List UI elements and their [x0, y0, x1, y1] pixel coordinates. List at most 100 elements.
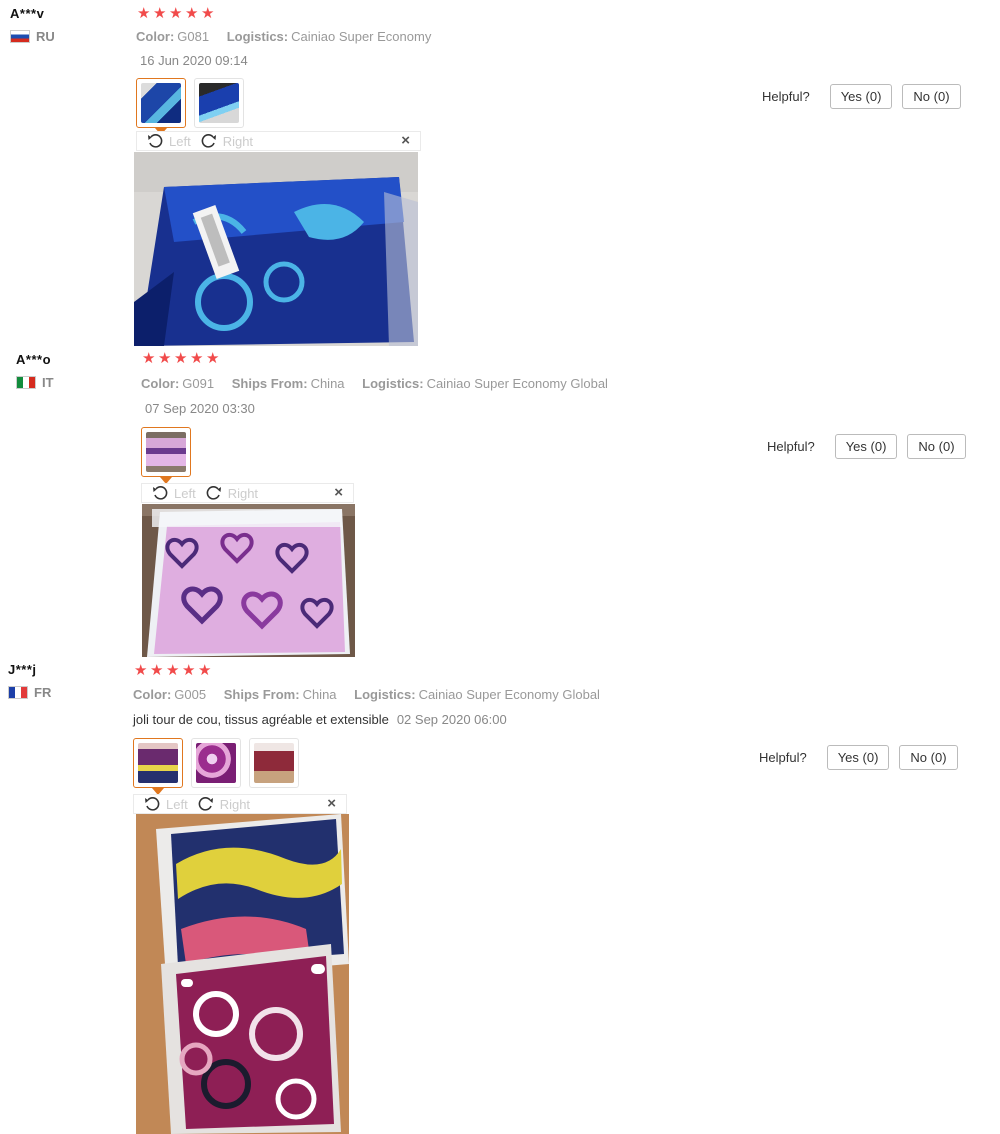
review-date: 07 Sep 2020 03:30 — [145, 401, 255, 416]
star-icon: ★ — [153, 5, 167, 22]
photo-viewer-toolbar: Left Right × — [133, 794, 347, 814]
thumbnail-image — [138, 743, 178, 783]
reviewer-info: J***j FR — [8, 662, 51, 700]
photo-thumbnail[interactable] — [191, 738, 241, 788]
close-viewer-button[interactable]: × — [334, 484, 343, 502]
rotate-right-label: Right — [227, 485, 259, 501]
review-date: 02 Sep 2020 06:00 — [396, 712, 507, 727]
vote-no-button[interactable]: No (0) — [899, 745, 958, 770]
order-info: Color: G091 Ships From: China Logistics: Ca… — [141, 376, 622, 391]
star-rating: ★ ★ ★ ★ ★ — [142, 350, 220, 367]
france-flag-icon — [8, 686, 28, 699]
photo-thumbnails — [136, 78, 244, 135]
review-item: J***j FR ★ ★ ★ ★ ★ Color: G005 Ships From… — [0, 658, 1000, 1134]
vote-no-button[interactable]: No (0) — [907, 434, 966, 459]
logistics-label: Logistics: — [354, 687, 416, 702]
rotate-left-label: Left — [166, 796, 188, 812]
star-icon: ★ — [190, 350, 204, 367]
photo-viewer-toolbar: Left Right × — [141, 483, 354, 503]
helpful-vote: Helpful? Yes (0) No (0) — [759, 745, 958, 770]
color-value: G005 — [174, 687, 207, 702]
reviewer-name: A***v — [10, 6, 45, 21]
review-photo — [136, 814, 349, 1134]
close-viewer-button[interactable]: × — [327, 795, 336, 813]
rotate-right-button[interactable]: Right — [198, 796, 250, 812]
vote-yes-button[interactable]: Yes (0) — [826, 745, 890, 770]
rotate-right-icon — [198, 797, 213, 811]
star-rating: ★ ★ ★ ★ ★ — [134, 662, 212, 679]
star-icon: ★ — [174, 350, 188, 367]
logistics-value: Cainiao Super Economy Global — [426, 376, 608, 391]
reviewer-country: FR — [8, 685, 51, 700]
rotate-left-button[interactable]: Left — [144, 796, 188, 812]
star-icon: ★ — [137, 5, 151, 22]
photo-thumbnail[interactable] — [194, 78, 244, 128]
reviewer-country: IT — [16, 375, 54, 390]
helpful-vote: Helpful? Yes (0) No (0) — [767, 434, 966, 459]
color-value: G091 — [182, 376, 215, 391]
rotate-right-button[interactable]: Right — [206, 485, 258, 501]
rotate-left-button[interactable]: Left — [152, 485, 196, 501]
vote-no-button[interactable]: No (0) — [902, 84, 961, 109]
review-photo-image — [136, 814, 349, 1134]
photo-thumbnail[interactable] — [133, 738, 183, 795]
ships-from-label: Ships From: — [223, 687, 300, 702]
vote-yes-button[interactable]: Yes (0) — [829, 84, 893, 109]
color-label: Color: — [133, 687, 172, 702]
logistics-label: Logistics: — [226, 29, 289, 44]
rotate-left-button[interactable]: Left — [147, 133, 191, 149]
vote-yes-button[interactable]: Yes (0) — [834, 434, 898, 459]
star-icon: ★ — [169, 5, 183, 22]
rotate-right-label: Right — [219, 796, 251, 812]
review-date: 16 Jun 2020 09:14 — [140, 53, 248, 68]
review-photo — [142, 504, 355, 657]
star-icon: ★ — [206, 350, 220, 367]
country-code: RU — [36, 29, 55, 44]
helpful-vote: Helpful? Yes (0) No (0) — [762, 84, 961, 109]
rotate-right-button[interactable]: Right — [201, 133, 253, 149]
review-item: A***v RU ★ ★ ★ ★ ★ Color: G081 Logistics:… — [0, 0, 1000, 348]
star-icon: ★ — [166, 662, 180, 679]
photo-thumbnails — [133, 738, 299, 795]
reviewer-info: A***v RU — [10, 6, 55, 44]
helpful-label: Helpful? — [759, 750, 807, 765]
rotate-right-icon — [201, 134, 216, 148]
color-value: G081 — [177, 29, 210, 44]
rotate-left-label: Left — [169, 133, 191, 149]
photo-viewer-toolbar: Left Right × — [136, 131, 421, 151]
reviewer-name: A***o — [16, 352, 52, 367]
thumbnail-image — [254, 743, 294, 783]
reviewer-country: RU — [10, 29, 55, 44]
star-icon: ★ — [150, 662, 164, 679]
order-info: Color: G005 Ships From: China Logistics: Ca… — [133, 687, 614, 702]
photo-thumbnail[interactable] — [136, 78, 186, 135]
rotate-left-icon — [148, 134, 163, 148]
thumbnail-image — [146, 432, 186, 472]
review-photo — [134, 152, 418, 346]
review-feedback: joli tour de cou, tissus agréable et ext… — [133, 712, 389, 727]
review-photo-image — [142, 504, 355, 657]
star-icon: ★ — [182, 662, 196, 679]
reviewer-info: A***o IT — [16, 352, 54, 390]
ships-from-label: Ships From: — [231, 376, 308, 391]
order-info: Color: G081 Logistics: Cainiao Super Econo… — [136, 29, 445, 44]
photo-thumbnail[interactable] — [249, 738, 299, 788]
star-rating: ★ ★ ★ ★ ★ — [137, 5, 215, 22]
close-viewer-button[interactable]: × — [401, 132, 410, 150]
thumbnail-image — [199, 83, 239, 123]
country-code: IT — [42, 375, 54, 390]
thumbnail-image — [196, 743, 236, 783]
review-photo-image — [134, 152, 418, 346]
thumbnail-image — [141, 83, 181, 123]
country-code: FR — [34, 685, 52, 700]
star-icon: ★ — [201, 5, 215, 22]
star-icon: ★ — [142, 350, 156, 367]
rotate-right-icon — [206, 486, 221, 500]
rotate-left-icon — [153, 486, 168, 500]
star-icon: ★ — [198, 662, 212, 679]
rotate-left-icon — [145, 797, 160, 811]
rotate-right-label: Right — [222, 133, 254, 149]
photo-thumbnail[interactable] — [141, 427, 191, 484]
color-label: Color: — [136, 29, 175, 44]
italy-flag-icon — [16, 376, 36, 389]
